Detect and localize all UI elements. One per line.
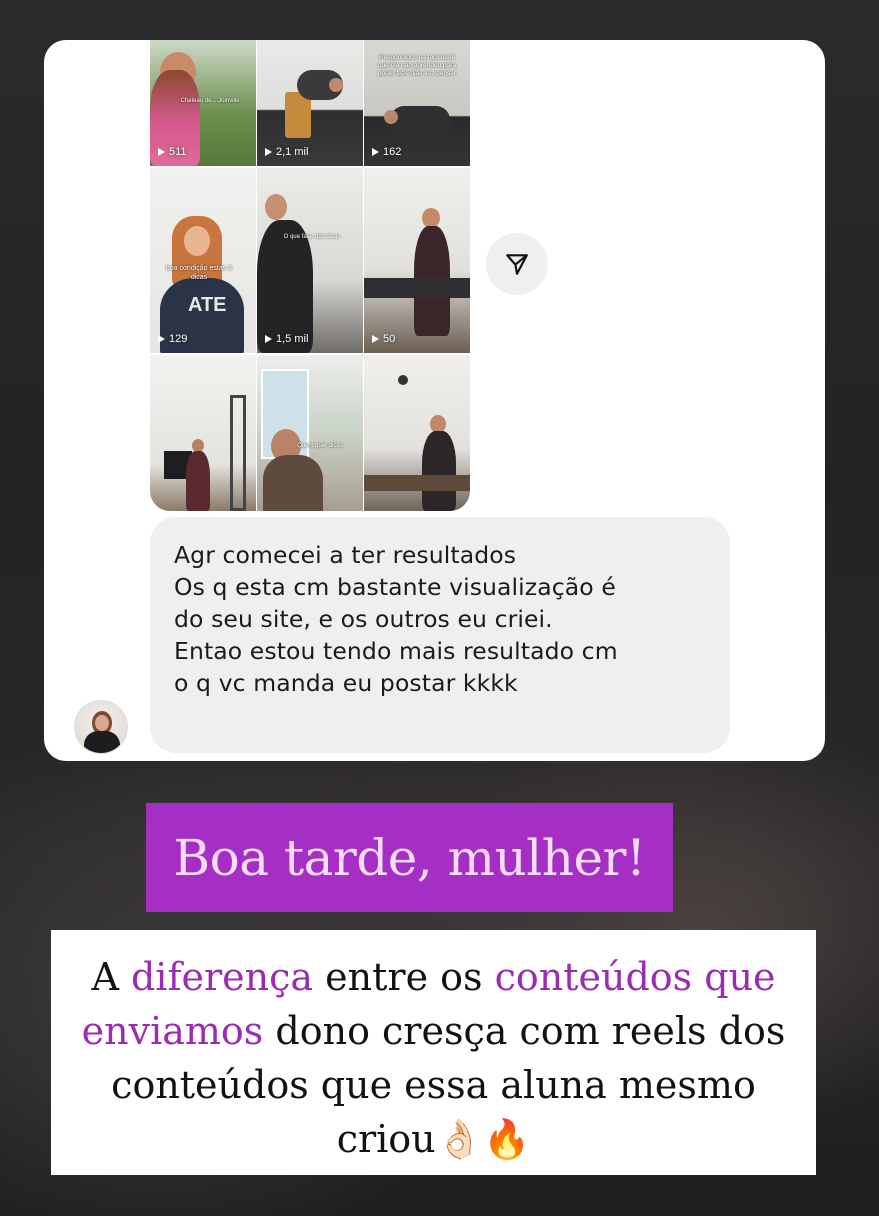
reel-tile[interactable]: [364, 355, 470, 511]
reel-tile[interactable]: O que falar das dicas 1,5 mil: [257, 168, 363, 353]
reel-tile[interactable]: Chateau de... Joinville 511: [150, 40, 256, 166]
play-icon: [372, 148, 379, 156]
share-button[interactable]: [486, 233, 548, 295]
view-count: 511: [158, 146, 187, 158]
reels-grid: Chateau de... Joinville 511 2,1 mil Resp…: [150, 40, 470, 511]
caption-highlight: diferença: [130, 955, 314, 999]
message-bubble: Agr comecei a ter resultados Os q esta c…: [150, 517, 730, 753]
story-heading: Boa tarde, mulher!: [146, 803, 673, 912]
view-count: 162: [372, 146, 401, 158]
avatar[interactable]: [74, 700, 128, 754]
reel-tile[interactable]: [150, 355, 256, 511]
message-line: do seu site, e os outros eu criei.: [174, 605, 553, 633]
play-icon: [158, 148, 165, 156]
dm-screenshot-card: Chateau de... Joinville 511 2,1 mil Resp…: [44, 40, 825, 761]
reel-tile[interactable]: 50: [364, 168, 470, 353]
message-line: Agr comecei a ter resultados: [174, 541, 517, 569]
play-icon: [158, 335, 165, 343]
caption-text: entre os: [313, 955, 495, 999]
message-line: o q vc manda eu postar kkkk: [174, 669, 518, 697]
reel-tile[interactable]: 2,1 mil: [257, 40, 363, 166]
play-icon: [265, 335, 272, 343]
emoji-icons: 👌🏻🔥: [435, 1117, 531, 1161]
message-line: Entao estou tendo mais resultado cm: [174, 637, 618, 665]
view-count: 2,1 mil: [265, 146, 308, 158]
reel-tile[interactable]: Quem quer dicas: [257, 355, 363, 511]
reel-tile[interactable]: ATE boa condição estas 3 dicas 129: [150, 168, 256, 353]
send-icon: [506, 254, 528, 275]
reel-tile[interactable]: Respondidos na facilidade que ela nao ap…: [364, 40, 470, 166]
story-caption: A diferença entre os conteúdos que envia…: [51, 930, 816, 1175]
message-line: Os q esta cm bastante visualização é: [174, 573, 616, 601]
view-count: 129: [158, 333, 187, 345]
view-count: 50: [372, 333, 395, 345]
play-icon: [372, 335, 379, 343]
view-count: 1,5 mil: [265, 333, 308, 345]
play-icon: [265, 148, 272, 156]
heading-text: Boa tarde, mulher!: [173, 828, 646, 887]
caption-text: A: [91, 955, 131, 999]
